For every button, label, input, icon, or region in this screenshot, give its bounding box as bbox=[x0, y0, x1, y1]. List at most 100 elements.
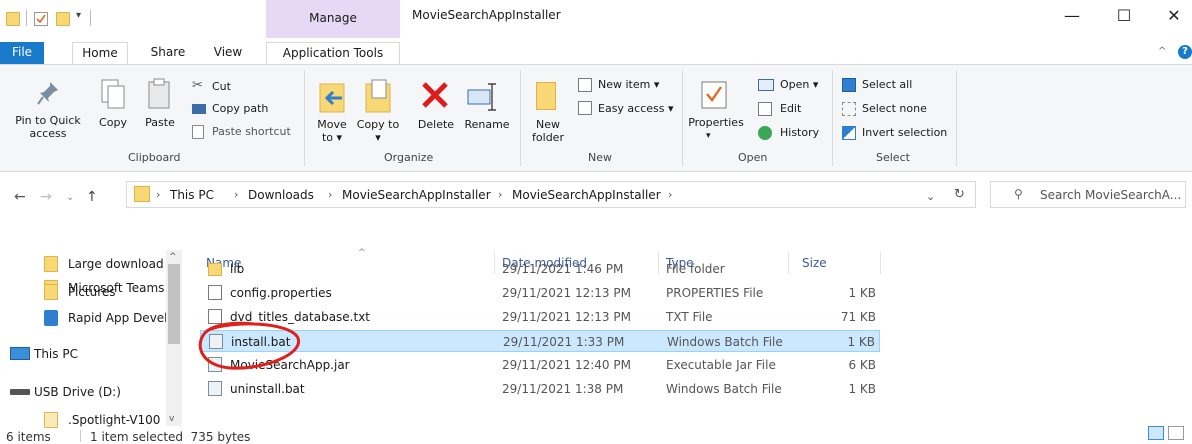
group-divider bbox=[682, 70, 683, 166]
move-to-button[interactable]: Move to ▾ bbox=[310, 118, 354, 144]
nav-scrollbar-thumb[interactable] bbox=[168, 264, 180, 344]
cut-button[interactable]: Cut bbox=[212, 80, 231, 93]
details-view-icon[interactable] bbox=[1148, 426, 1164, 440]
file-type: Windows Batch File bbox=[666, 382, 782, 396]
copy-path-button[interactable]: Copy path bbox=[212, 102, 268, 115]
nav-item-rapid-app-devel[interactable]: Rapid App Devel bbox=[0, 306, 180, 330]
status-selection: 1 item selected 735 bytes bbox=[90, 430, 251, 444]
folder-icon bbox=[44, 284, 58, 300]
paste-shortcut-button[interactable]: Paste shortcut bbox=[212, 125, 291, 138]
file-size: 1 KB bbox=[847, 335, 875, 349]
nav-item-usb-drive[interactable]: USB Drive (D:) bbox=[0, 380, 180, 404]
invert-selection-icon bbox=[842, 126, 856, 140]
delete-button[interactable]: Delete bbox=[412, 118, 460, 131]
paste-button[interactable]: Paste bbox=[140, 116, 180, 129]
new-folder-qat-icon[interactable] bbox=[56, 12, 70, 26]
properties-button[interactable]: Properties bbox=[688, 116, 744, 129]
nav-item-label: Large download bbox=[68, 257, 164, 271]
breadcrumb-separator: › bbox=[156, 188, 161, 201]
back-icon[interactable]: ← bbox=[14, 189, 26, 205]
file-type: Windows Batch File bbox=[667, 335, 783, 349]
file-row-uninstall-bat[interactable]: uninstall.bat 29/11/2021 1:38 PM Windows… bbox=[200, 378, 880, 400]
nav-item-label: Pictures bbox=[68, 285, 116, 299]
minimize-button[interactable]: — bbox=[1062, 6, 1082, 25]
drive-icon bbox=[10, 389, 30, 395]
properties-qat-icon[interactable] bbox=[34, 12, 48, 26]
help-icon[interactable]: ? bbox=[1178, 45, 1192, 59]
open-button[interactable]: Open ▾ bbox=[780, 78, 818, 91]
manage-context-label: Manage bbox=[309, 11, 357, 25]
select-all-button[interactable]: Select all bbox=[862, 78, 912, 91]
rename-icon bbox=[466, 82, 498, 115]
column-divider[interactable] bbox=[880, 252, 881, 274]
nav-item-pictures[interactable]: Pictures bbox=[0, 280, 180, 304]
copy-to-button[interactable]: Copy to ▾ bbox=[356, 118, 400, 144]
cut-icon: ✂ bbox=[192, 78, 203, 93]
nav-item-large-download[interactable]: Large download bbox=[0, 252, 180, 276]
tab-home[interactable]: Home bbox=[72, 42, 128, 65]
pc-icon bbox=[10, 347, 30, 360]
large-icons-view-icon[interactable] bbox=[1168, 426, 1184, 440]
new-folder-icon bbox=[536, 82, 556, 110]
up-icon[interactable]: ↑ bbox=[86, 189, 98, 205]
breadcrumb-separator: › bbox=[498, 188, 503, 201]
new-item-button[interactable]: New item ▾ bbox=[598, 78, 659, 91]
refresh-icon[interactable]: ↻ bbox=[954, 187, 965, 202]
qat-dropdown-icon[interactable]: ▾ bbox=[76, 10, 81, 21]
properties-file-icon bbox=[208, 285, 222, 300]
file-name: uninstall.bat bbox=[230, 382, 305, 396]
breadcrumb-this-pc[interactable]: This PC bbox=[170, 188, 214, 202]
properties-dropdown-icon[interactable]: ▾ bbox=[706, 130, 711, 143]
breadcrumb-installer-current[interactable]: MovieSearchAppInstaller bbox=[512, 188, 661, 202]
easy-access-button[interactable]: Easy access ▾ bbox=[598, 102, 674, 115]
invert-selection-button[interactable]: Invert selection bbox=[862, 126, 947, 139]
file-date: 29/11/2021 1:46 PM bbox=[502, 262, 624, 276]
group-divider bbox=[304, 70, 305, 166]
file-name: lib bbox=[230, 262, 245, 276]
folder-icon bbox=[44, 412, 58, 428]
file-row-config[interactable]: config.properties 29/11/2021 12:13 PM PR… bbox=[200, 282, 880, 304]
new-folder-button[interactable]: New folder bbox=[526, 118, 570, 144]
recent-locations-icon[interactable]: ⌄ bbox=[66, 192, 74, 203]
history-button[interactable]: History bbox=[780, 126, 819, 139]
copy-button[interactable]: Copy bbox=[94, 116, 132, 129]
file-size: 1 KB bbox=[848, 286, 876, 300]
collapse-ribbon-icon[interactable]: ^ bbox=[1158, 46, 1166, 57]
edit-button[interactable]: Edit bbox=[780, 102, 801, 115]
annotation-circle bbox=[198, 321, 300, 370]
address-dropdown-icon[interactable]: ⌄ bbox=[926, 190, 935, 203]
nav-item-label: USB Drive (D:) bbox=[34, 385, 121, 399]
breadcrumb-downloads[interactable]: Downloads bbox=[248, 188, 314, 202]
tab-view[interactable]: View bbox=[208, 42, 248, 64]
nav-item-label: .Spotlight-V100 bbox=[68, 413, 161, 427]
tab-share[interactable]: Share bbox=[148, 42, 188, 64]
qat-divider bbox=[90, 10, 91, 26]
tab-file[interactable]: File bbox=[0, 42, 44, 64]
pin-quick-access-button[interactable]: Pin to Quick access bbox=[4, 114, 92, 140]
scroll-down-icon[interactable]: v bbox=[169, 414, 174, 424]
group-divider bbox=[956, 70, 957, 166]
status-item-count: 6 items bbox=[6, 430, 51, 444]
open-group-label: Open bbox=[738, 151, 768, 164]
app-icon bbox=[44, 310, 58, 326]
clipboard-group-label: Clipboard bbox=[128, 151, 181, 164]
breadcrumb-separator: › bbox=[328, 188, 333, 201]
rename-button[interactable]: Rename bbox=[462, 118, 512, 131]
nav-item-label: Rapid App Devel bbox=[68, 311, 168, 325]
select-group-label: Select bbox=[876, 151, 910, 164]
close-button[interactable]: ✕ bbox=[1164, 6, 1184, 25]
tab-application-tools[interactable]: Application Tools bbox=[266, 42, 400, 64]
edit-icon bbox=[758, 102, 772, 116]
qat-divider bbox=[26, 10, 27, 26]
breadcrumb-installer-parent[interactable]: MovieSearchAppInstaller bbox=[342, 188, 491, 202]
forward-icon[interactable]: → bbox=[40, 189, 52, 205]
search-input[interactable]: Search MovieSearchA... bbox=[1040, 188, 1181, 202]
file-date: 29/11/2021 12:40 PM bbox=[502, 358, 631, 372]
location-folder-icon bbox=[134, 186, 150, 202]
select-none-button[interactable]: Select none bbox=[862, 102, 927, 115]
file-row-lib[interactable]: lib 29/11/2021 1:46 PM File folder bbox=[200, 258, 880, 280]
file-date: 29/11/2021 12:13 PM bbox=[502, 310, 631, 324]
scroll-up-icon[interactable]: ^ bbox=[169, 252, 177, 262]
maximize-button[interactable]: ☐ bbox=[1114, 6, 1134, 25]
nav-item-this-pc[interactable]: This PC bbox=[0, 342, 180, 366]
